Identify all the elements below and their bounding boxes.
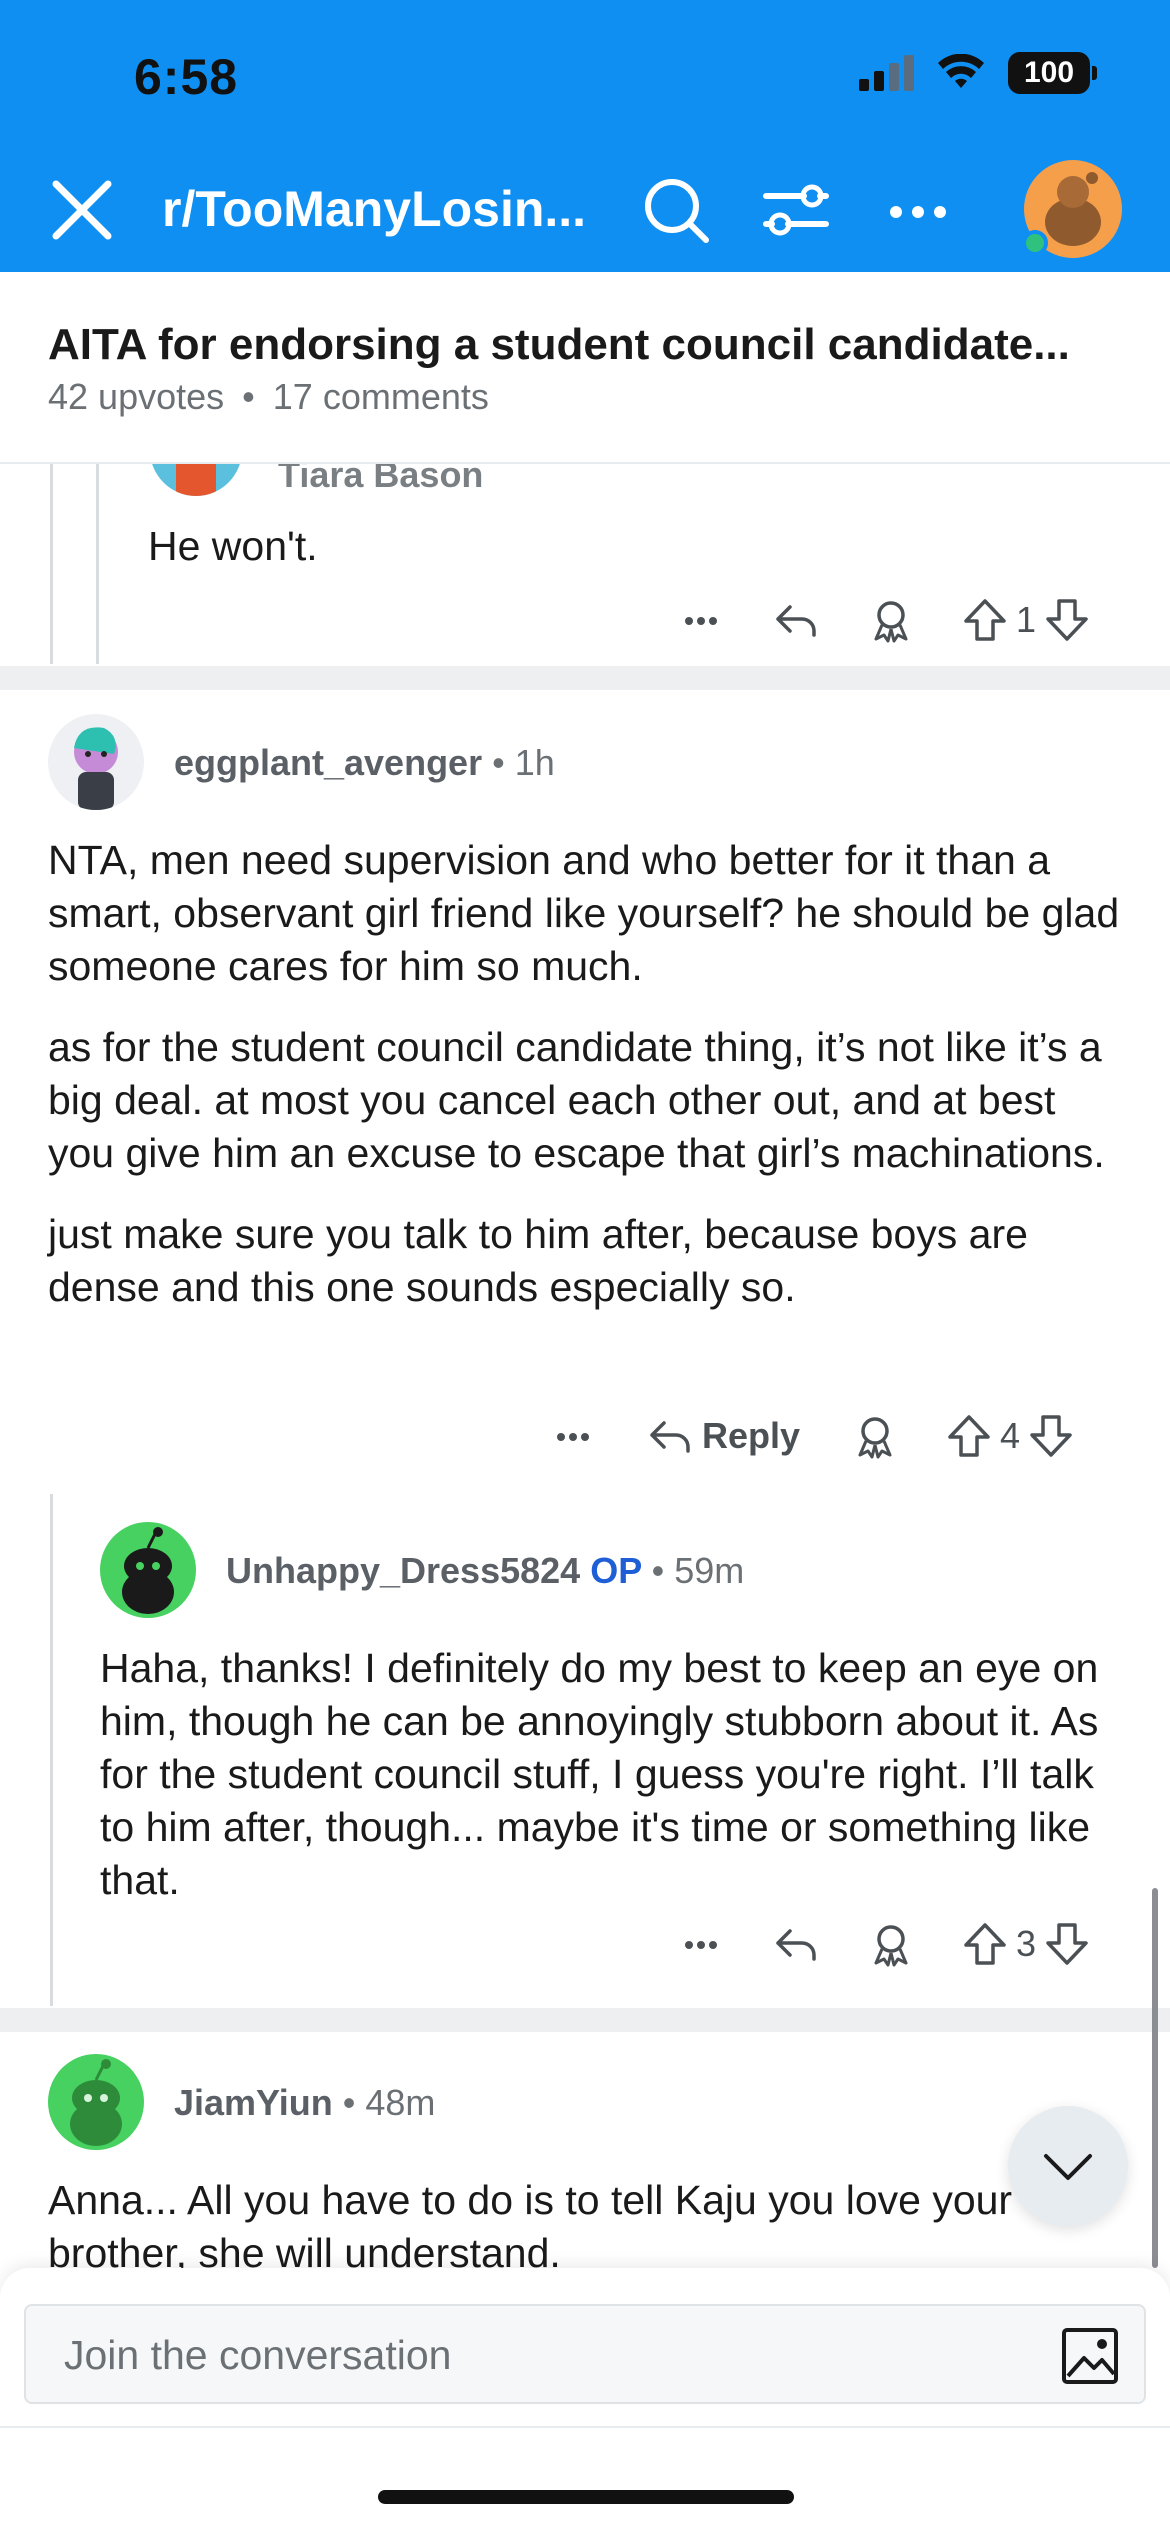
comment-header: eggplant_avenger • 1h xyxy=(174,742,555,783)
avatar[interactable] xyxy=(48,714,144,810)
upvote-icon[interactable] xyxy=(960,1919,1010,1969)
comment-separator xyxy=(0,666,1170,690)
comment-separator xyxy=(0,2008,1170,2032)
comment-username[interactable]: Tiara Bason xyxy=(278,464,483,496)
next-comment-button[interactable] xyxy=(1008,2106,1128,2226)
comment-username[interactable]: Unhappy_Dress5824 xyxy=(226,1550,580,1591)
comment-input-box[interactable] xyxy=(24,2304,1146,2404)
filter-icon[interactable] xyxy=(758,172,834,248)
award-icon[interactable] xyxy=(866,1919,916,1969)
meta-separator: • xyxy=(242,376,255,417)
comment-paragraph: NTA, men need supervision and who better… xyxy=(48,837,1120,989)
comment-time: 48m xyxy=(365,2082,436,2123)
comment-actions: 3 xyxy=(676,1914,1092,1974)
scrollbar[interactable] xyxy=(1152,1888,1158,2268)
comment-body: Anna... All you have to do is to tell Ka… xyxy=(48,2174,1108,2270)
cellular-signal-icon xyxy=(859,55,914,91)
post-header[interactable]: AITA for endorsing a student council can… xyxy=(0,272,1170,464)
upvote-icon[interactable] xyxy=(944,1411,994,1461)
comment-header: JiamYiun • 48m xyxy=(174,2082,436,2123)
avatar xyxy=(150,464,242,496)
divider xyxy=(0,2426,1170,2428)
comment-paragraph: as for the student council candidate thi… xyxy=(48,1024,1105,1176)
comment-actions: 1 xyxy=(676,590,1092,650)
more-icon[interactable] xyxy=(676,595,726,645)
reply-icon[interactable] xyxy=(770,1919,820,1969)
upvote-icon[interactable] xyxy=(960,595,1010,645)
comment-count: 17 comments xyxy=(272,376,489,417)
op-badge: OP xyxy=(590,1550,642,1591)
top-bar: 6:58 100 r/TooManyLosin... xyxy=(0,0,1170,272)
post-title: AITA for endorsing a student council can… xyxy=(48,320,1070,369)
status-time: 6:58 xyxy=(134,49,239,105)
avatar[interactable] xyxy=(48,2054,144,2150)
comment-body: NTA, men need supervision and who better… xyxy=(48,834,1128,1342)
chevron-down-icon xyxy=(1044,2154,1092,2180)
home-indicator[interactable] xyxy=(378,2490,794,2504)
comment-body: Haha, thanks! I definitely do my best to… xyxy=(100,1642,1130,1935)
comment-header: Unhappy_Dress5824 OP • 59m xyxy=(226,1550,745,1591)
avatar[interactable] xyxy=(100,1522,196,1618)
upvote-count: 42 upvotes xyxy=(48,376,225,417)
subreddit-name[interactable]: r/TooManyLosin... xyxy=(162,180,586,238)
comment-paragraph: just make sure you talk to him after, be… xyxy=(48,1211,1028,1310)
downvote-icon[interactable] xyxy=(1042,1919,1092,1969)
more-icon[interactable] xyxy=(880,172,956,248)
comment-username[interactable]: eggplant_avenger xyxy=(174,742,482,783)
downvote-icon[interactable] xyxy=(1042,595,1092,645)
award-icon[interactable] xyxy=(866,595,916,645)
downvote-icon[interactable] xyxy=(1026,1411,1076,1461)
vote-count: 3 xyxy=(1016,1923,1037,1964)
post-meta: 42 upvotes • 17 comments xyxy=(48,376,489,418)
comment-paragraph: Haha, thanks! I definitely do my best to… xyxy=(100,1645,1099,1903)
close-icon[interactable] xyxy=(46,174,118,246)
battery-indicator: 100 xyxy=(1008,52,1097,94)
reply-button[interactable]: Reply xyxy=(702,1415,800,1457)
comment-time: 59m xyxy=(674,1550,745,1591)
comment-paragraph: He won't. xyxy=(148,523,318,569)
online-status-dot xyxy=(1022,230,1048,256)
more-icon[interactable] xyxy=(548,1411,598,1461)
thread-line xyxy=(50,1494,53,2006)
search-icon[interactable] xyxy=(638,172,714,248)
comment-body: He won't. xyxy=(148,520,1108,601)
status-icons: 100 xyxy=(859,52,1097,94)
thread-line xyxy=(96,464,99,664)
comment-time: 1h xyxy=(514,742,555,783)
award-icon[interactable] xyxy=(850,1411,900,1461)
wifi-icon xyxy=(938,54,984,88)
thread-line xyxy=(50,464,53,664)
comment-paragraph: Anna... All you have to do is to tell Ka… xyxy=(48,2177,1013,2270)
comments-list[interactable]: Tiara Bason He won't. 1 eggplant_avenger… xyxy=(0,464,1170,2270)
comment-actions: Reply 4 xyxy=(548,1406,1076,1466)
image-icon[interactable] xyxy=(1060,2326,1120,2386)
more-icon[interactable] xyxy=(676,1919,726,1969)
vote-count: 4 xyxy=(1000,1415,1021,1456)
vote-count: 1 xyxy=(1016,599,1037,640)
reply-icon[interactable] xyxy=(644,1411,694,1461)
comment-input[interactable] xyxy=(64,2324,964,2386)
comment-username[interactable]: JiamYiun xyxy=(174,2082,333,2123)
subreddit-header: r/TooManyLosin... xyxy=(0,160,1170,260)
reply-icon[interactable] xyxy=(770,595,820,645)
